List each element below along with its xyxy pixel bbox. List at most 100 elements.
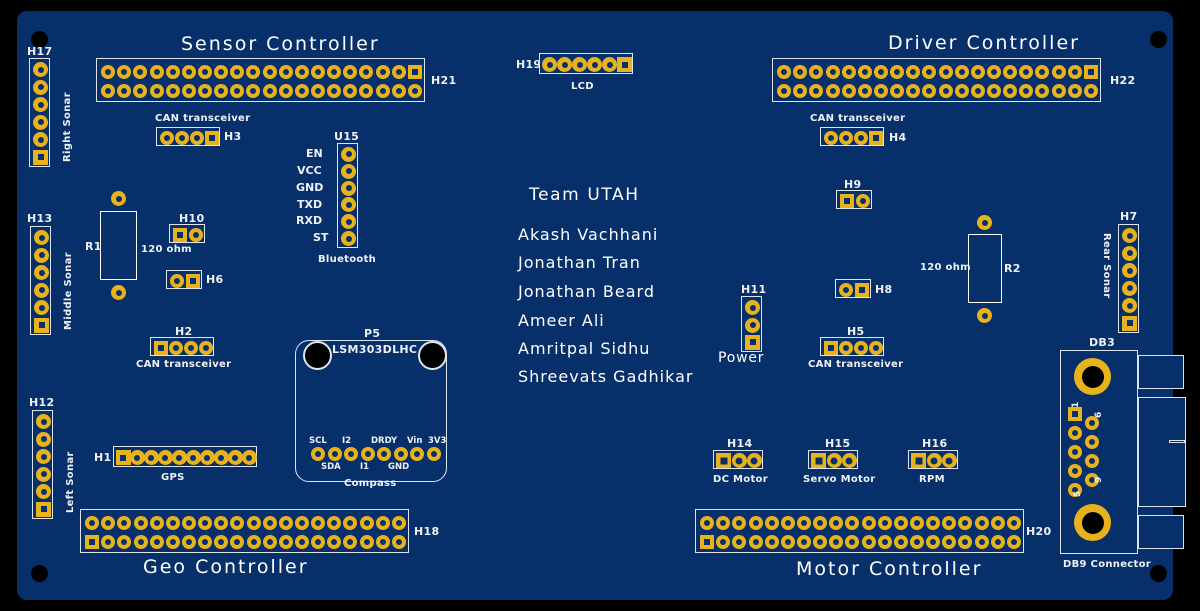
pin-pad bbox=[1019, 64, 1034, 79]
connector-h17[interactable] bbox=[29, 58, 50, 167]
pin-pad bbox=[748, 515, 763, 530]
connector-h9[interactable] bbox=[836, 190, 872, 209]
pin-pad bbox=[845, 534, 860, 549]
pin-label-scl: SCL bbox=[309, 436, 327, 446]
resistor-r1 bbox=[100, 211, 137, 280]
pin-pad bbox=[359, 64, 374, 79]
connector-h16[interactable] bbox=[908, 450, 958, 469]
pin-pad bbox=[1122, 245, 1137, 261]
connector-h13[interactable] bbox=[30, 226, 51, 335]
pin-pad bbox=[1068, 464, 1082, 478]
pin-pad bbox=[33, 62, 48, 78]
pin-pad bbox=[393, 447, 408, 461]
pin-pad bbox=[1068, 426, 1082, 440]
ref-h1: H1 bbox=[94, 451, 112, 464]
team-heading: Team UTAH bbox=[529, 185, 640, 205]
label-bluetooth: Bluetooth bbox=[318, 254, 377, 265]
label-rear-sonar: Rear Sonar bbox=[1101, 233, 1112, 299]
team-member-3: Ameer Ali bbox=[518, 311, 605, 330]
pin-pad bbox=[181, 64, 196, 79]
pin-pad bbox=[890, 83, 905, 98]
pin-pad bbox=[341, 180, 356, 196]
label-compass-part: LSM303DLHC bbox=[332, 343, 418, 356]
connector-h6[interactable] bbox=[166, 270, 202, 289]
connector-h10[interactable] bbox=[169, 224, 205, 243]
pin-pad bbox=[294, 64, 309, 79]
ref-r1: R1 bbox=[85, 240, 102, 253]
pin-pad bbox=[910, 534, 925, 549]
pin-pad bbox=[1085, 454, 1099, 468]
pin-pad bbox=[1019, 83, 1034, 98]
pin-pad bbox=[129, 450, 145, 465]
connector-u15-bluetooth[interactable] bbox=[337, 143, 358, 248]
pin-pad bbox=[341, 146, 356, 162]
pin-pad bbox=[893, 515, 908, 530]
connector-h8[interactable] bbox=[835, 279, 871, 298]
pin-pad bbox=[149, 534, 164, 549]
pin-pad bbox=[745, 334, 760, 350]
pin-pad bbox=[133, 83, 148, 98]
pin-pad bbox=[34, 317, 49, 333]
title-motor-controller: Motor Controller bbox=[796, 558, 983, 580]
pin-pad bbox=[958, 534, 973, 549]
pin-pad bbox=[777, 64, 792, 79]
pin-label-i1: I1 bbox=[360, 462, 370, 472]
connector-h3[interactable] bbox=[156, 127, 220, 146]
ref-h19: H19 bbox=[516, 58, 542, 71]
connector-h11[interactable] bbox=[741, 296, 762, 352]
pin-pad bbox=[861, 515, 876, 530]
pin-pad bbox=[327, 515, 342, 530]
connector-h14[interactable] bbox=[713, 450, 763, 469]
pin-pad bbox=[33, 132, 48, 148]
pin-pad bbox=[197, 83, 212, 98]
pin-pad bbox=[36, 414, 51, 430]
pin-pad bbox=[278, 515, 293, 530]
connector-h20[interactable] bbox=[695, 509, 1024, 553]
pad-r1-bottom bbox=[111, 285, 126, 300]
pin-pad bbox=[295, 534, 310, 549]
connector-h21[interactable] bbox=[96, 58, 425, 102]
pin-pad bbox=[294, 83, 309, 98]
pin-pad bbox=[922, 64, 937, 79]
connector-h18[interactable] bbox=[80, 509, 409, 553]
pin-pad bbox=[793, 83, 808, 98]
pin-pad bbox=[826, 453, 842, 468]
pin-pad bbox=[101, 515, 116, 530]
pin-pad bbox=[199, 450, 215, 465]
ref-h16: H16 bbox=[922, 437, 948, 450]
pin-pad bbox=[1083, 64, 1098, 79]
pin-pad bbox=[841, 64, 856, 79]
pin-pad bbox=[311, 534, 326, 549]
pin-pad bbox=[938, 64, 953, 79]
label-compass: Compass bbox=[344, 478, 397, 489]
pin-pad bbox=[186, 273, 200, 288]
connector-h15[interactable] bbox=[808, 450, 858, 469]
connector-h4[interactable] bbox=[820, 127, 884, 146]
pin-pad bbox=[189, 130, 204, 145]
pin-label-3v3: 3V3 bbox=[428, 436, 447, 446]
pin-pad bbox=[34, 265, 49, 281]
ref-h12: H12 bbox=[29, 396, 55, 409]
connector-h7[interactable] bbox=[1118, 224, 1139, 333]
pin-pad bbox=[359, 534, 374, 549]
mounting-hole-top-right bbox=[1150, 31, 1167, 48]
pin-label-i2: I2 bbox=[342, 436, 352, 446]
pin-pad bbox=[153, 340, 168, 355]
connector-h12[interactable] bbox=[32, 410, 53, 519]
ref-h17: H17 bbox=[27, 45, 53, 58]
connector-h2[interactable] bbox=[150, 337, 214, 356]
pin-pad bbox=[171, 450, 187, 465]
pin-pad bbox=[213, 450, 229, 465]
pin-pad bbox=[954, 83, 969, 98]
connector-h19[interactable] bbox=[539, 53, 633, 74]
pin-pad bbox=[823, 340, 838, 355]
label-gps: GPS bbox=[161, 472, 185, 483]
pin-pad bbox=[877, 515, 892, 530]
pin-pad bbox=[311, 83, 326, 98]
pin-pad bbox=[344, 447, 358, 461]
connector-h1[interactable] bbox=[113, 446, 257, 467]
pin-pad bbox=[1003, 83, 1018, 98]
db9-shell-notch bbox=[1169, 440, 1185, 443]
connector-h22[interactable] bbox=[772, 58, 1101, 102]
connector-h5[interactable] bbox=[820, 337, 884, 356]
